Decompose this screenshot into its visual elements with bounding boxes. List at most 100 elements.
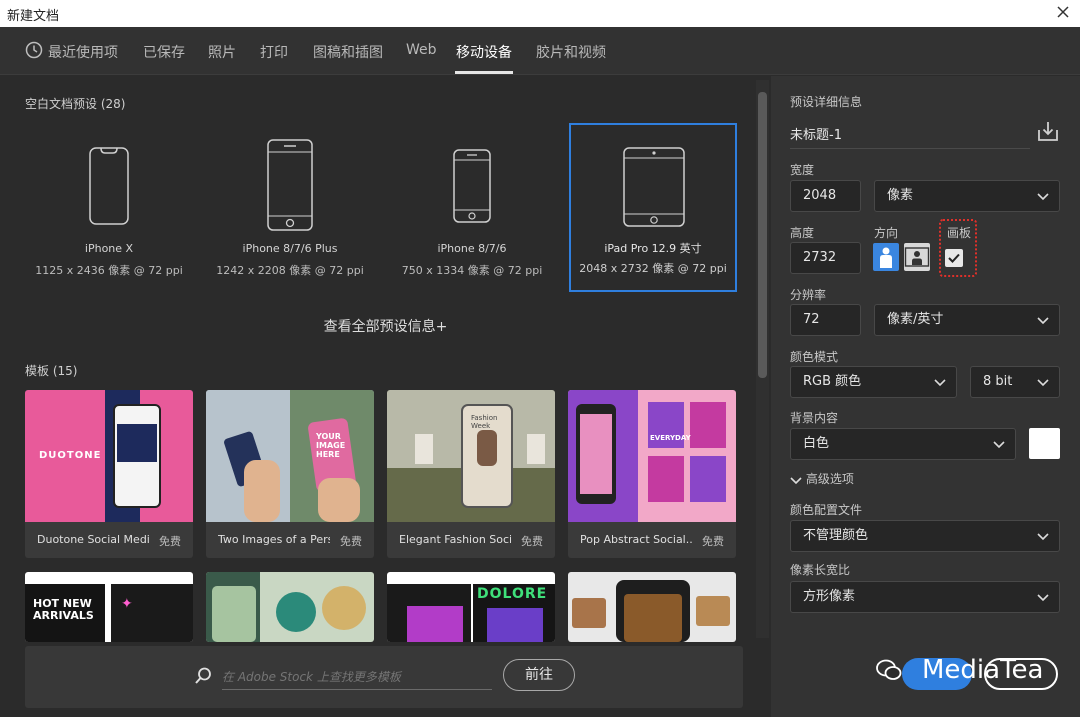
tab-print[interactable]: 打印	[260, 42, 288, 62]
artboard-label: 画板	[947, 226, 972, 240]
preset-iphone-x[interactable]: iPhone X 1125 x 2436 像素 @ 72 ppi	[24, 124, 194, 294]
tab-art-illustration[interactable]: 图稿和插图	[313, 42, 383, 62]
template-card-two-images[interactable]: YOUR IMAGE HERE Two Images of a Pers... …	[206, 390, 374, 558]
template-art-text: HOT NEW ARRIVALS	[33, 597, 94, 622]
template-card-dolore[interactable]: DOLORE	[387, 572, 555, 642]
template-card-pop-abstract[interactable]: EVERYDAY Pop Abstract Social... 免费	[568, 390, 736, 558]
phone-icon	[453, 149, 491, 223]
width-unit-select[interactable]: 像素	[874, 180, 1060, 212]
tab-photo[interactable]: 照片	[208, 42, 236, 62]
chevron-down-icon	[1037, 317, 1049, 325]
presets-scrollbar-thumb[interactable]	[758, 92, 767, 378]
templates-count: (15)	[52, 364, 78, 378]
background-select[interactable]: 白色	[790, 428, 1016, 460]
tab-film-video[interactable]: 胶片和视频	[536, 42, 606, 62]
template-art-text: DOLORE	[477, 586, 548, 602]
preset-iphone-8[interactable]: iPhone 8/7/6 750 x 1334 像素 @ 72 ppi	[387, 124, 557, 294]
resolution-unit-value: 像素/英寸	[887, 312, 944, 327]
background-color-swatch[interactable]	[1029, 428, 1060, 459]
preset-name: iPhone 8/7/6 Plus	[242, 242, 338, 255]
preset-dims: 750 x 1334 像素 @ 72 ppi	[401, 264, 543, 277]
checkmark-icon	[948, 253, 960, 263]
document-name-field[interactable]: 未标题-1	[790, 124, 842, 143]
template-price: 免费	[340, 535, 362, 548]
resolution-unit-select[interactable]: 像素/英寸	[874, 304, 1060, 336]
template-thumbnail: YOUR IMAGE HERE	[206, 390, 374, 522]
template-card-elegant-fashion[interactable]: Fashion Week Elegant Fashion Soci... 免费	[387, 390, 555, 558]
template-card-travel[interactable]	[206, 572, 374, 642]
active-tab-indicator	[455, 71, 513, 74]
orientation-landscape-button[interactable]	[904, 243, 930, 271]
preset-name: iPhone 8/7/6	[437, 242, 507, 255]
height-input[interactable]: 2732	[790, 242, 861, 274]
color-profile-select[interactable]: 不管理颜色	[790, 520, 1060, 552]
go-button[interactable]: 前往	[503, 659, 575, 691]
blank-presets-heading: 空白文档预设 (28)	[25, 95, 125, 112]
preset-dims: 2048 x 2732 像素 @ 72 ppi	[579, 262, 727, 275]
pixel-aspect-select[interactable]: 方形像素	[790, 581, 1060, 613]
chevron-down-icon	[790, 476, 802, 484]
template-card-hot-new-arrivals[interactable]: HOT NEW ARRIVALS ✦	[25, 572, 193, 642]
background-label: 背景内容	[790, 411, 839, 425]
artboard-checkbox[interactable]	[945, 249, 963, 267]
template-card-food[interactable]	[568, 572, 736, 642]
height-label: 高度	[790, 226, 815, 240]
template-label: Elegant Fashion Soci...	[399, 533, 511, 546]
tab-saved[interactable]: 已保存	[143, 42, 185, 62]
template-card-duotone[interactable]: DUOTONE Duotone Social Medi... 免费	[25, 390, 193, 558]
preset-details-pane: 预设详细信息 未标题-1 宽度 2048 像素 高度 2732 方向 画板 分辨…	[771, 76, 1080, 717]
background-value: 白色	[803, 436, 830, 451]
preset-name: iPad Pro 12.9 英寸	[604, 242, 702, 255]
width-label: 宽度	[790, 163, 815, 177]
template-thumbnail: Fashion Week	[387, 390, 555, 522]
watermark-text: MediaTea	[922, 655, 1044, 685]
pixel-aspect-value: 方形像素	[803, 589, 856, 604]
resolution-input[interactable]: 72	[790, 304, 861, 336]
resolution-label: 分辨率	[790, 288, 827, 302]
template-art-text: YOUR IMAGE HERE	[316, 432, 346, 459]
templates-heading: 模板 (15)	[25, 362, 77, 379]
blank-presets-count: (28)	[100, 97, 126, 111]
tab-web[interactable]: Web	[406, 42, 437, 58]
document-name-underline	[790, 148, 1030, 149]
tablet-icon	[623, 147, 685, 227]
tab-recent[interactable]: 最近使用项	[48, 42, 118, 62]
save-preset-icon[interactable]	[1037, 120, 1059, 142]
bit-depth-select[interactable]: 8 bit	[970, 366, 1060, 398]
template-label: Duotone Social Medi...	[37, 533, 149, 546]
template-thumbnail: EVERYDAY	[568, 390, 736, 522]
chevron-down-icon	[934, 379, 946, 387]
width-unit-value: 像素	[887, 188, 914, 203]
preset-dims: 1242 x 2208 像素 @ 72 ppi	[216, 264, 364, 277]
preset-ipad-pro-selected[interactable]: iPad Pro 12.9 英寸 2048 x 2732 像素 @ 72 ppi	[569, 123, 737, 292]
window-title: 新建文档	[7, 9, 60, 24]
wechat-icon	[876, 659, 902, 680]
preset-iphone-8-plus[interactable]: iPhone 8/7/6 Plus 1242 x 2208 像素 @ 72 pp…	[205, 124, 375, 294]
color-profile-label: 颜色配置文件	[790, 503, 863, 517]
template-price: 免费	[521, 535, 543, 548]
tab-mobile[interactable]: 移动设备	[456, 42, 512, 62]
preset-name: iPhone X	[84, 242, 134, 255]
advanced-options-toggle[interactable]: 高级选项	[790, 470, 854, 487]
details-title: 预设详细信息	[790, 95, 863, 109]
portrait-icon	[880, 247, 892, 268]
category-tabs: 最近使用项 已保存 照片 打印 图稿和插图 Web 移动设备 胶片和视频	[0, 27, 1080, 75]
orientation-portrait-button[interactable]	[873, 243, 899, 271]
template-art-text: DUOTONE	[39, 450, 102, 461]
color-mode-select[interactable]: RGB 颜色	[790, 366, 957, 398]
clock-icon	[25, 41, 43, 59]
template-thumbnail: DUOTONE	[25, 390, 193, 522]
stock-search-input[interactable]	[222, 664, 492, 690]
phone-icon	[267, 139, 313, 231]
template-label: Pop Abstract Social...	[580, 533, 692, 546]
close-icon[interactable]	[1054, 3, 1072, 21]
orientation-label: 方向	[874, 226, 899, 240]
phone-icon	[89, 147, 129, 225]
chevron-down-icon	[993, 441, 1005, 449]
color-mode-label: 颜色模式	[790, 350, 839, 364]
templates-title: 模板	[25, 364, 50, 378]
template-price: 免费	[702, 535, 724, 548]
view-all-presets-link[interactable]: 查看全部预设信息+	[0, 316, 771, 336]
width-input[interactable]: 2048	[790, 180, 861, 212]
template-price: 免费	[159, 535, 181, 548]
